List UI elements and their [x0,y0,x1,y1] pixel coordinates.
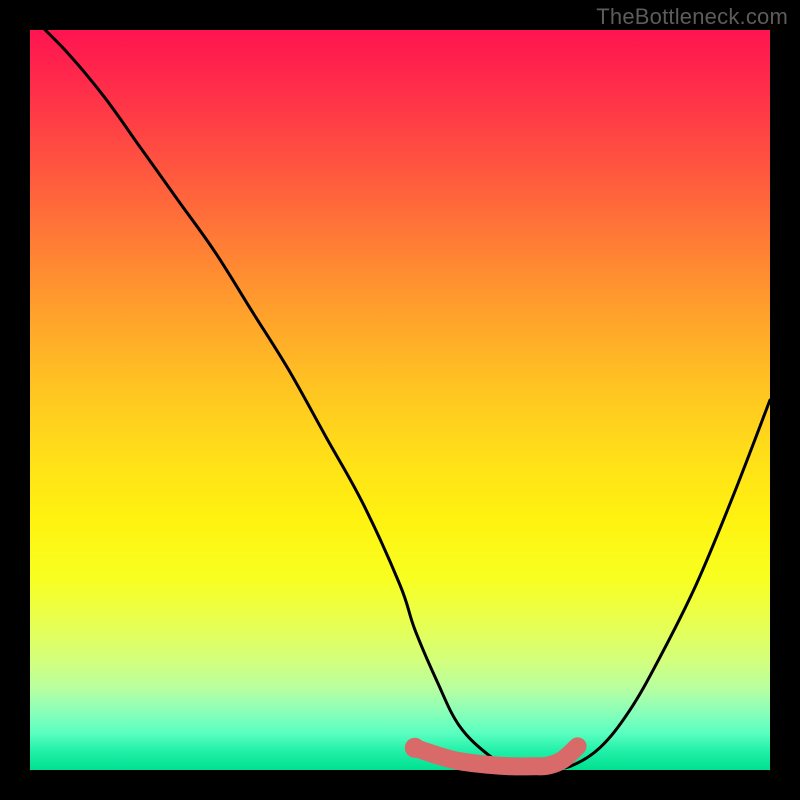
curve-layer [30,30,770,770]
bottleneck-curve [30,15,770,769]
plot-area [30,30,770,770]
chart-frame: TheBottleneck.com [0,0,800,800]
watermark-label: TheBottleneck.com [596,4,788,30]
highlight-start-dot [405,738,425,758]
highlighted-range [415,746,578,766]
